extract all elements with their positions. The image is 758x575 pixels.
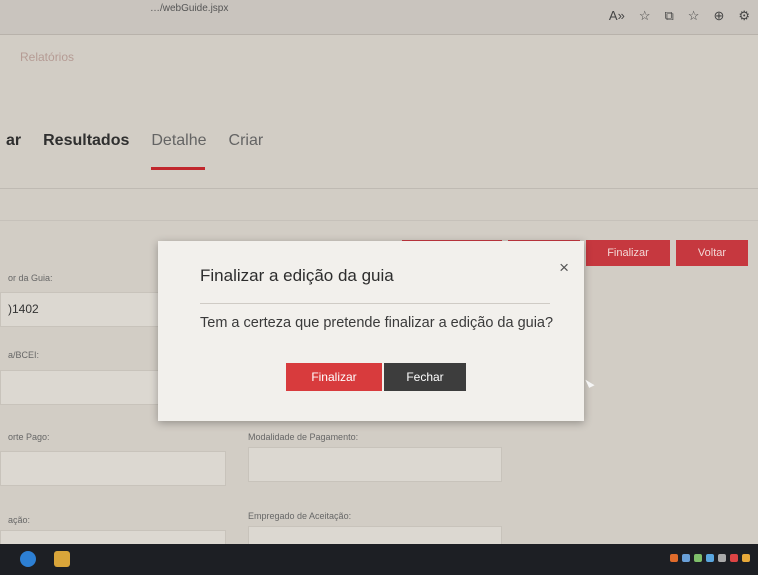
dialog-title: Finalizar a edição da guia bbox=[200, 266, 394, 285]
star-icon[interactable]: ☆ bbox=[639, 8, 651, 24]
close-button[interactable]: Fechar bbox=[384, 363, 466, 391]
taskbar bbox=[0, 544, 758, 575]
tray-app-icon[interactable] bbox=[730, 554, 738, 562]
extensions-icon[interactable]: ⚙ bbox=[738, 8, 750, 24]
tray-app-icon[interactable] bbox=[706, 554, 714, 562]
acceptance-employee-label: Empregado de Aceitação: bbox=[248, 511, 352, 521]
close-icon[interactable]: × bbox=[559, 258, 569, 278]
amount-paid-field[interactable] bbox=[0, 451, 226, 486]
mouse-cursor-icon bbox=[585, 377, 595, 388]
bcei-label: a/BCEI: bbox=[8, 350, 40, 360]
tab-create[interactable]: Criar bbox=[229, 132, 264, 150]
taskbar-apps bbox=[20, 551, 70, 567]
browser-icons: A» ☆ ⧉ ☆ ⊕ ⚙ bbox=[609, 8, 750, 24]
tray-app-icon[interactable] bbox=[682, 554, 690, 562]
acceptance-employee-field[interactable] bbox=[248, 526, 502, 546]
favorites-icon[interactable]: ☆ bbox=[688, 8, 700, 24]
finalize-dialog: Finalizar a edição da guia × Tem a certe… bbox=[158, 241, 584, 421]
dialog-message: Tem a certeza que pretende finalizar a e… bbox=[200, 315, 554, 331]
tray-app-icon[interactable] bbox=[718, 554, 726, 562]
store-icon[interactable] bbox=[54, 551, 70, 567]
divider bbox=[0, 188, 758, 189]
guide-number-label: or da Guia: bbox=[8, 273, 53, 283]
dialog-divider bbox=[200, 303, 550, 304]
address-bar[interactable]: …/webGuide.jspx bbox=[150, 3, 228, 14]
screen: …/webGuide.jspx A» ☆ ⧉ ☆ ⊕ ⚙ Relatórios … bbox=[0, 0, 758, 575]
tab-bar: ar Resultados Detalhe Criar bbox=[6, 132, 264, 170]
browser-toolbar: …/webGuide.jspx A» ☆ ⧉ ☆ ⊕ ⚙ bbox=[0, 0, 758, 35]
finalize-action-button[interactable]: Finalizar bbox=[586, 240, 670, 266]
system-tray bbox=[670, 554, 750, 562]
payment-method-label: Modalidade de Pagamento: bbox=[248, 432, 359, 442]
tray-app-icon[interactable] bbox=[670, 554, 678, 562]
split-screen-icon[interactable]: ⧉ bbox=[664, 8, 673, 24]
tab-search[interactable]: ar bbox=[6, 132, 21, 150]
section-title[interactable]: Relatórios bbox=[20, 50, 74, 64]
tray-app-icon[interactable] bbox=[742, 554, 750, 562]
back-button[interactable]: Voltar bbox=[676, 240, 748, 266]
divider bbox=[0, 220, 758, 221]
guide-number-value: )1402 bbox=[8, 302, 39, 316]
acceptance-label: ação: bbox=[8, 515, 31, 525]
edge-browser-icon[interactable] bbox=[20, 551, 36, 567]
read-aloud-icon[interactable]: A» bbox=[609, 8, 625, 24]
tab-results[interactable]: Resultados bbox=[43, 132, 129, 150]
payment-method-field[interactable] bbox=[248, 447, 502, 482]
tab-detail[interactable]: Detalhe bbox=[151, 132, 207, 170]
finalize-button[interactable]: Finalizar bbox=[286, 363, 382, 391]
collections-icon[interactable]: ⊕ bbox=[713, 8, 724, 24]
bcei-field[interactable] bbox=[0, 370, 162, 405]
amount-paid-label: orte Pago: bbox=[8, 432, 50, 442]
tray-app-icon[interactable] bbox=[694, 554, 702, 562]
